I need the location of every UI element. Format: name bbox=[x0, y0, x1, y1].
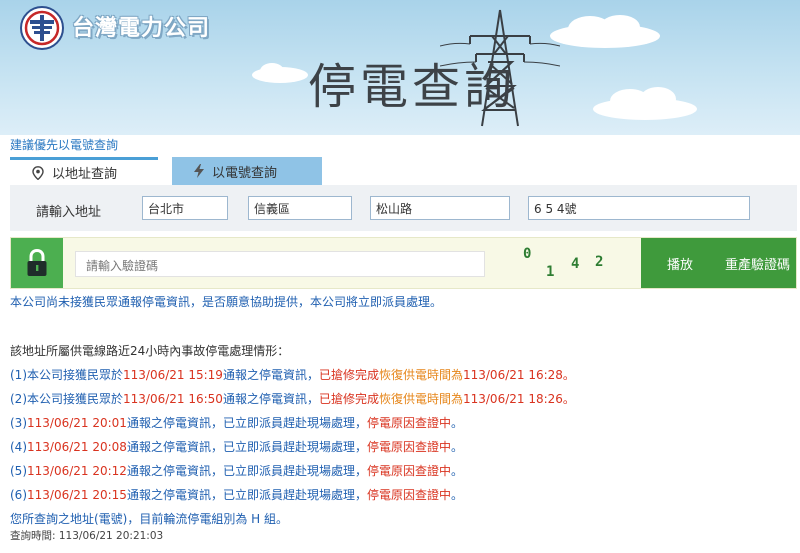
address-panel: 請輸入地址 台北市 信義區 松山路 6 5 4號 bbox=[10, 185, 797, 231]
house-number-input[interactable]: 6 5 4號 bbox=[528, 196, 750, 220]
city-select[interactable]: 台北市 bbox=[142, 196, 228, 220]
lightning-icon bbox=[194, 164, 204, 178]
play-audio-button[interactable]: 播放 bbox=[641, 238, 719, 288]
cloud-decoration bbox=[550, 15, 660, 48]
location-pin-icon bbox=[32, 165, 44, 180]
road-input[interactable]: 松山路 bbox=[370, 196, 510, 220]
tab-number-label: 以電號查詢 bbox=[212, 165, 278, 181]
captcha-input[interactable]: 請輸入驗證碼 bbox=[75, 251, 485, 277]
brand-name: 台灣電力公司 bbox=[72, 15, 211, 41]
tab-address-label: 以地址查詢 bbox=[52, 167, 118, 182]
rotation-group-text: 您所查詢之地址(電號)，目前輪流停電組別為 H 組。 bbox=[10, 512, 289, 526]
result-item-pending: (5)113/06/21 20:12通報之停電資訊，已立即派員趕赴現場處理，停電… bbox=[10, 464, 463, 478]
cloud-decoration bbox=[593, 87, 697, 120]
hint-text: 建議優先以電號查詢 bbox=[10, 138, 119, 152]
result-heading: 該地址所屬供電線路近24小時內事故停電處理情形： bbox=[10, 344, 290, 358]
taipower-logo-icon bbox=[20, 6, 64, 50]
result-item-restored: (1)本公司接獲民眾於113/06/21 15:19通報之停電資訊，已搶修完成恢… bbox=[10, 368, 575, 382]
captcha-digit: 2 bbox=[595, 254, 604, 270]
captcha-digit: 1 bbox=[546, 264, 555, 280]
captcha-panel: 請輸入驗證碼 0 1 4 2 播放 重產驗證碼 bbox=[10, 237, 797, 289]
hero-banner: 台灣電力公司 停電查詢 bbox=[0, 0, 800, 135]
result-item-pending: (4)113/06/21 20:08通報之停電資訊，已立即派員趕赴現場處理，停電… bbox=[10, 440, 463, 454]
captcha-digit: 4 bbox=[571, 256, 580, 272]
lock-badge bbox=[11, 238, 63, 288]
cloud-decoration bbox=[252, 63, 308, 83]
result-item-restored: (2)本公司接獲民眾於113/06/21 16:50通報之停電資訊，已搶修完成恢… bbox=[10, 392, 575, 406]
result-item-pending: (6)113/06/21 20:15通報之停電資訊，已立即派員趕赴現場處理，停電… bbox=[10, 488, 463, 502]
lock-icon bbox=[27, 248, 47, 276]
result-item-pending: (3)113/06/21 20:01通報之停電資訊，已立即派員趕赴現場處理，停電… bbox=[10, 416, 463, 430]
intro-text: 本公司尚未接獲民眾通報停電資訊，是否願意協助提供，本公司將立即派員處理。 bbox=[10, 295, 443, 309]
page-title: 停電查詢 bbox=[308, 59, 517, 115]
district-select[interactable]: 信義區 bbox=[248, 196, 352, 220]
address-label: 請輸入地址 bbox=[36, 205, 102, 220]
query-timestamp: 查詢時間: 113/06/21 20:21:03 bbox=[10, 530, 164, 542]
tab-number-search[interactable]: 以電號查詢 bbox=[172, 157, 322, 185]
regenerate-captcha-button[interactable]: 重產驗證碼 bbox=[719, 238, 796, 288]
tab-address-search[interactable]: 以地址查詢 bbox=[10, 157, 158, 185]
captcha-digit: 0 bbox=[523, 246, 532, 262]
